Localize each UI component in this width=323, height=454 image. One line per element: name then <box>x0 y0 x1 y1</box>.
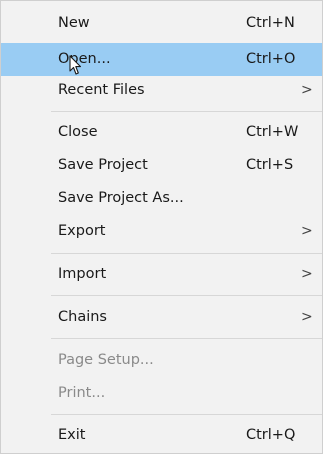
menu-item-import[interactable]: Import > <box>1 258 322 291</box>
menu-item-save-project-as[interactable]: Save Project As... <box>1 182 322 215</box>
menu-item-shortcut: Ctrl+N <box>246 15 295 31</box>
menu-item-recent-files[interactable]: Recent Files > <box>1 74 322 107</box>
menu-separator <box>51 253 322 254</box>
submenu-arrow-icon: > <box>301 266 313 282</box>
menu-item-shortcut: Ctrl+O <box>246 51 296 67</box>
menu-separator <box>51 111 322 112</box>
menu-separator <box>51 295 322 296</box>
menu-item-close[interactable]: Close Ctrl+W <box>1 116 322 149</box>
menu-item-open[interactable]: Open... Ctrl+O <box>1 43 322 76</box>
menu-item-label: Save Project As... <box>58 190 184 206</box>
menu-separator <box>51 414 322 415</box>
menu-item-label: Chains <box>58 309 107 325</box>
menu-item-print: Print... <box>1 377 322 410</box>
menu-separator <box>51 338 322 339</box>
menu-item-label: New <box>58 15 90 31</box>
menu-item-shortcut: Ctrl+W <box>246 124 299 140</box>
menu-item-page-setup: Page Setup... <box>1 344 322 377</box>
menu-item-shortcut: Ctrl+S <box>246 157 294 173</box>
submenu-arrow-icon: > <box>301 309 313 325</box>
menu-item-label: Recent Files <box>58 82 145 98</box>
menu-item-label: Page Setup... <box>58 352 154 368</box>
menu-item-new[interactable]: New Ctrl+N <box>1 7 322 40</box>
menu-item-label: Import <box>58 266 107 282</box>
menu-item-exit[interactable]: Exit Ctrl+Q <box>1 419 322 452</box>
submenu-arrow-icon: > <box>301 82 313 98</box>
menu-item-label: Exit <box>58 427 86 443</box>
menu-item-label: Save Project <box>58 157 148 173</box>
menu-item-label: Export <box>58 223 106 239</box>
mouse-pointer-icon <box>69 55 82 75</box>
menu-item-shortcut: Ctrl+Q <box>246 427 296 443</box>
menu-item-save-project[interactable]: Save Project Ctrl+S <box>1 149 322 182</box>
menu-item-label: Print... <box>58 385 106 401</box>
file-menu: New Ctrl+N Open... Ctrl+O Recent Files >… <box>0 0 323 454</box>
menu-item-label: Close <box>58 124 98 140</box>
menu-item-chains[interactable]: Chains > <box>1 301 322 334</box>
menu-item-export[interactable]: Export > <box>1 215 322 248</box>
submenu-arrow-icon: > <box>301 223 313 239</box>
